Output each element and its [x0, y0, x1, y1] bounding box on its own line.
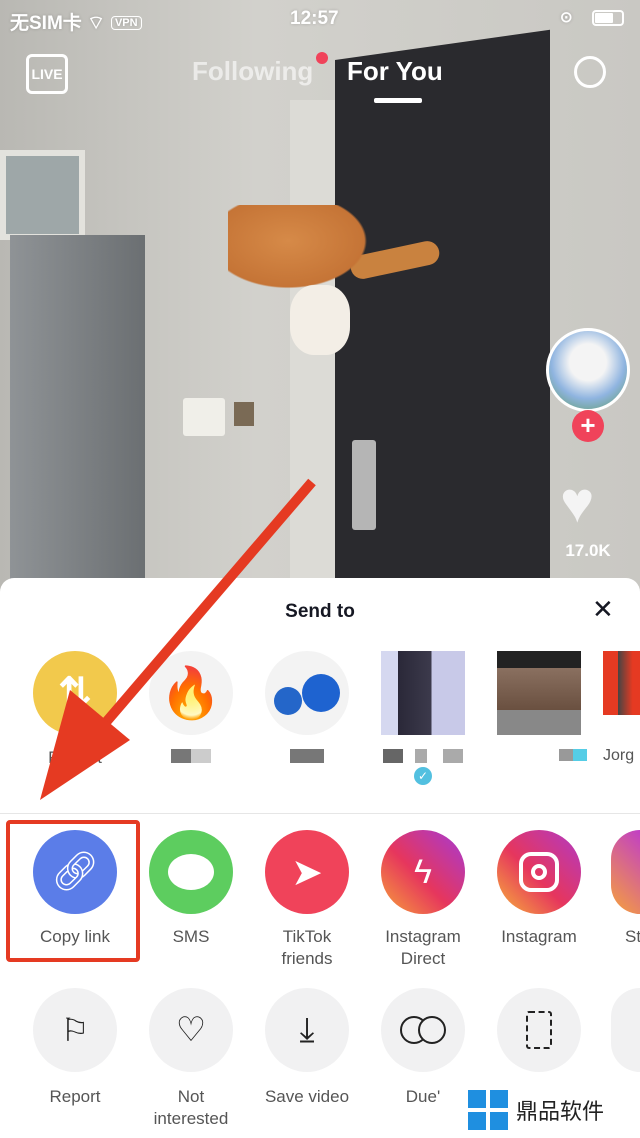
watermark-logo — [468, 1090, 508, 1130]
arrow-shaft — [91, 478, 316, 739]
highlight-box — [6, 820, 140, 962]
annotation-arrow — [40, 478, 316, 800]
watermark: 鼎品软件 — [468, 1090, 604, 1130]
watermark-text: 鼎品软件 — [516, 1099, 605, 1124]
